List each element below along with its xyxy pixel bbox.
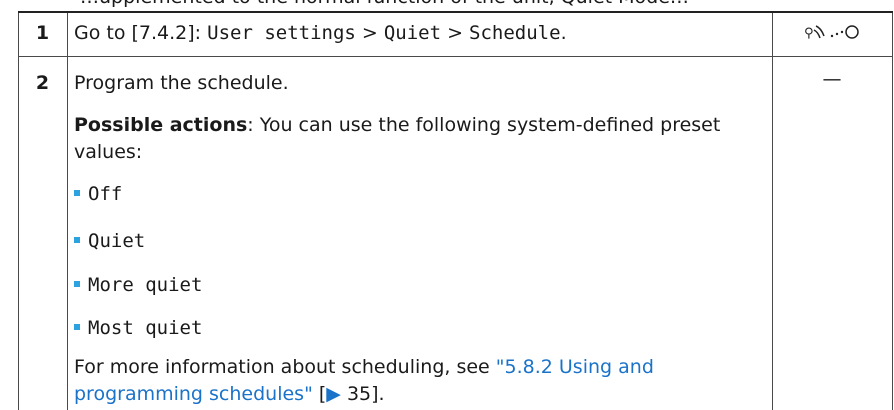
more-info-prefix: For more information about scheduling, s… (74, 356, 496, 378)
bullet-icon (74, 280, 80, 287)
path-separator: > (441, 22, 470, 44)
sentence-end: . (560, 22, 567, 44)
list-item: Off (74, 181, 764, 208)
path-separator: > (355, 22, 384, 44)
step-instruction: Program the schedule. (74, 72, 289, 94)
preset-value: Quiet (88, 230, 146, 252)
table-border-right (892, 11, 893, 410)
bullet-icon (74, 323, 80, 330)
page-arrow-icon[interactable]: ▶ (326, 383, 341, 405)
step-instruction: Go to [7.4.2]: User settings > Quiet > S… (74, 20, 764, 47)
list-item: Quiet (74, 228, 764, 255)
menu-path-quiet: Quiet (383, 22, 442, 44)
possible-actions: Possible actions: You can use the follow… (74, 112, 764, 166)
clipped-text: …upplemented to the normal function of t… (80, 0, 689, 8)
goto-prefix: Go to [7.4.2]: (74, 22, 208, 44)
step-number: 2 (35, 72, 50, 94)
bullet-icon (74, 236, 80, 243)
reference-open: [ (312, 383, 327, 405)
column-divider-1 (67, 11, 68, 410)
menu-path-schedule: Schedule (469, 22, 561, 44)
step-number: 1 (35, 22, 50, 44)
row-divider (18, 56, 893, 57)
menu-path-user-settings: User settings (207, 22, 356, 44)
table-top-border (18, 11, 893, 13)
bullet-icon (74, 189, 80, 196)
list-item: Most quiet (74, 315, 764, 342)
svg-text:⚲: ⚲ (804, 26, 814, 41)
controller-icon: ⚲ (772, 20, 892, 49)
preset-value: More quiet (88, 274, 203, 296)
table-border-left (18, 11, 19, 410)
reference-page: 35]. (340, 383, 385, 405)
possible-actions-label: Possible actions (74, 114, 248, 136)
preset-value: Off (88, 183, 123, 205)
dash: — (822, 68, 842, 90)
more-info: For more information about scheduling, s… (74, 354, 764, 408)
list-item: More quiet (74, 272, 764, 299)
user-interface-icon: ⚲ (804, 25, 859, 41)
preset-value: Most quiet (88, 317, 203, 339)
